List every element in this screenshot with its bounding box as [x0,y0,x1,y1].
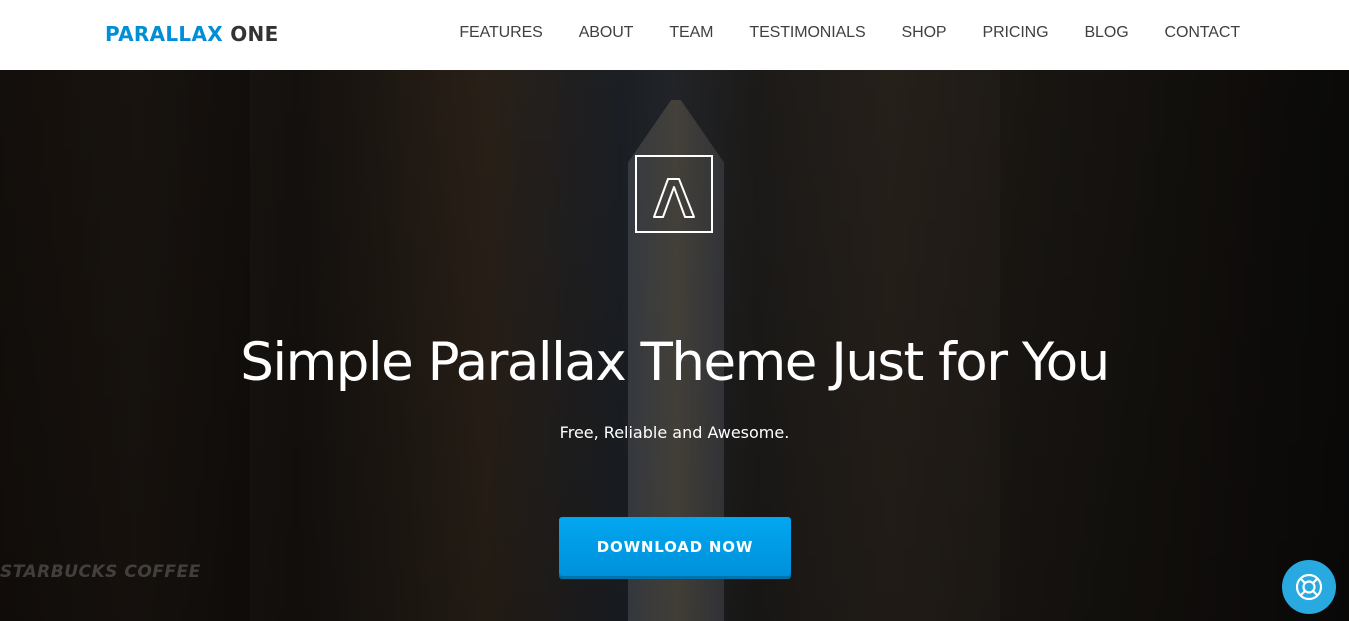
logo-text-secondary: ONE [222,22,279,46]
navbar: PARALLAX ONE FEATURES ABOUT TEAM TESTIMO… [0,0,1349,70]
hero-logo [635,155,713,233]
nav-team[interactable]: TEAM [669,24,713,42]
nav-testimonials[interactable]: TESTIMONIALS [749,24,865,42]
hero-section: STARBUCKS COFFEE Simple Parallax Theme J… [0,70,1349,621]
chevron-up-outline-icon [653,178,695,218]
hero-title: Simple Parallax Theme Just for You [240,332,1110,393]
site-logo[interactable]: PARALLAX ONE [105,22,279,46]
help-widget-button[interactable] [1282,560,1336,614]
nav-blog[interactable]: BLOG [1084,24,1128,42]
nav-contact[interactable]: CONTACT [1165,24,1241,42]
download-now-button[interactable]: DOWNLOAD NOW [559,517,791,576]
main-nav: FEATURES ABOUT TEAM TESTIMONIALS SHOP PR… [423,24,1240,42]
lifebuoy-icon [1295,573,1323,601]
nav-features[interactable]: FEATURES [459,24,542,42]
nav-pricing[interactable]: PRICING [983,24,1049,42]
nav-shop[interactable]: SHOP [902,24,947,42]
hero-subtitle: Free, Reliable and Awesome. [559,423,790,442]
nav-about[interactable]: ABOUT [579,24,634,42]
background-sign: STARBUCKS COFFEE [0,562,201,582]
logo-text-primary: PARALLAX [105,22,223,46]
